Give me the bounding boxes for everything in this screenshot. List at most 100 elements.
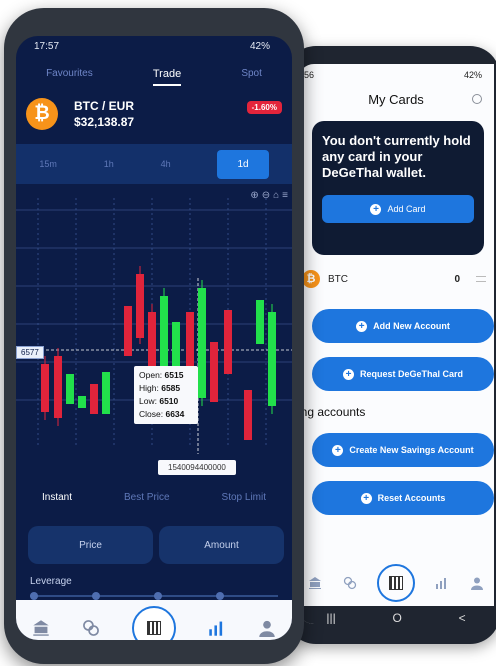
slider-stop[interactable]	[30, 592, 38, 600]
close-value: 6634	[165, 409, 185, 419]
status-bar: 17:57 42%	[16, 36, 292, 56]
tab-favourites[interactable]: Favourites	[46, 60, 93, 86]
add-account-label: Add New Account	[373, 321, 450, 331]
home-icon[interactable]: ⌂	[273, 190, 279, 201]
bank-icon[interactable]	[308, 576, 322, 590]
qr-code-icon	[147, 621, 161, 635]
bitcoin-icon: ₿	[302, 270, 320, 288]
btc-balance-row[interactable]: ₿ BTC 0	[302, 267, 486, 291]
qr-scan-button[interactable]	[132, 606, 176, 640]
high-value: 6585	[161, 383, 181, 393]
status-time: 56	[304, 70, 315, 80]
candle	[102, 372, 110, 414]
plus-icon: +	[370, 203, 382, 215]
pair-name: BTC / EUR	[74, 99, 134, 113]
timeframe-selector: 15m 1h 4h 1d	[16, 144, 292, 184]
profile-icon[interactable]	[470, 576, 484, 590]
no-card-panel: You don't currently hold any card in you…	[312, 121, 484, 255]
zoom-out-icon[interactable]: ⊖	[262, 190, 270, 201]
timeframe-4h[interactable]: 4h	[161, 159, 171, 169]
plus-icon: +	[356, 320, 368, 332]
page-title: My Cards	[298, 92, 494, 107]
candle	[244, 390, 252, 440]
qr-scan-button[interactable]	[376, 564, 415, 602]
plus-icon: +	[342, 368, 354, 380]
no-card-message: You don't currently hold any card in you…	[322, 133, 471, 180]
candle	[124, 306, 132, 356]
tab-best-price[interactable]: Best Price	[124, 484, 170, 512]
back-phone: 56 42% My Cards You don't currently hold…	[286, 46, 496, 644]
menu-icon[interactable]: ≡	[282, 190, 288, 201]
bitcoin-icon: ₿	[26, 98, 58, 130]
front-phone-screen: 17:57 42% Favourites Trade Spot ₿ BTC / …	[16, 36, 292, 640]
battery-level: 42%	[463, 70, 482, 80]
stats-icon[interactable]	[435, 576, 449, 590]
create-savings-button[interactable]: + Create New Savings Account	[312, 433, 494, 467]
request-card-button[interactable]: + Request DeGeThal Card	[312, 357, 494, 391]
reset-accounts-button[interactable]: + Reset Accounts	[312, 481, 494, 515]
add-account-button[interactable]: + Add New Account	[312, 309, 494, 343]
qr-code-icon	[388, 576, 403, 590]
back-nav-button[interactable]: <	[459, 611, 466, 624]
add-card-button[interactable]: + Add Card	[322, 195, 474, 223]
low-label: Low:	[139, 396, 157, 406]
tab-stop-limit[interactable]: Stop Limit	[222, 484, 266, 512]
stats-icon[interactable]	[208, 619, 226, 637]
stage: 56 42% My Cards You don't currently hold…	[0, 0, 496, 666]
btc-balance: 0	[454, 273, 460, 285]
bank-icon[interactable]	[32, 619, 50, 637]
ohlc-tooltip: Open: 6515 High: 6585 Low: 6510 Close: 6…	[134, 366, 198, 424]
low-value: 6510	[159, 396, 179, 406]
status-bar: 56 42%	[298, 64, 494, 86]
order-type-tabs: Instant Best Price Stop Limit	[16, 484, 292, 512]
recents-nav-button[interactable]: |||	[326, 611, 335, 624]
tab-bar	[16, 600, 292, 640]
timeframe-1d[interactable]: 1d	[217, 149, 269, 179]
back-phone-screen: 56 42% My Cards You don't currently hold…	[298, 64, 494, 624]
add-card-label: Add Card	[387, 204, 426, 214]
battery-level: 42%	[249, 40, 270, 52]
top-tabs: Favourites Trade Spot	[16, 60, 292, 86]
price-tag: 6577	[16, 346, 44, 359]
status-time: 17:57	[34, 40, 60, 52]
timeframe-15m[interactable]: 15m	[39, 159, 57, 169]
plus-icon: +	[360, 492, 372, 504]
exchange-icon[interactable]	[82, 619, 100, 637]
menu-icon[interactable]	[476, 276, 486, 282]
leverage-slider[interactable]	[30, 592, 278, 600]
page-title-text: My Cards	[368, 92, 424, 107]
pair-price: $32,138.87	[74, 115, 135, 129]
slider-stop[interactable]	[154, 592, 162, 600]
system-nav: ||| O <	[298, 606, 494, 624]
settings-icon[interactable]	[472, 94, 482, 104]
timeframe-1h[interactable]: 1h	[104, 159, 114, 169]
candle	[90, 384, 98, 414]
candle	[256, 300, 264, 344]
open-label: Open:	[139, 370, 163, 380]
crosshair-timestamp: 1540094400000	[158, 460, 236, 475]
tab-instant[interactable]: Instant	[42, 484, 72, 512]
high-label: High:	[139, 383, 159, 393]
tab-spot[interactable]: Spot	[241, 60, 262, 86]
savings-heading: ing accounts	[298, 405, 366, 419]
reset-accounts-label: Reset Accounts	[377, 493, 446, 503]
home-nav-button[interactable]: O	[392, 611, 401, 624]
open-value: 6515	[164, 370, 184, 380]
price-input[interactable]: Price	[28, 526, 153, 564]
profile-icon[interactable]	[258, 619, 276, 637]
btc-label: BTC	[328, 273, 348, 285]
zoom-in-icon[interactable]: ⊕	[250, 190, 258, 201]
candle	[210, 342, 218, 402]
slider-stop[interactable]	[216, 592, 224, 600]
slider-stop[interactable]	[92, 592, 100, 600]
exchange-icon[interactable]	[343, 576, 357, 590]
amount-input[interactable]: Amount	[159, 526, 284, 564]
change-badge: -1.60%	[246, 100, 282, 114]
candle	[186, 312, 194, 372]
create-savings-label: Create New Savings Account	[349, 445, 474, 455]
close-label: Close:	[139, 409, 164, 419]
candle	[78, 396, 86, 408]
chart-tools: ⊕ ⊖ ⌂ ≡	[250, 190, 288, 201]
tab-trade[interactable]: Trade	[152, 60, 182, 86]
tab-bar	[298, 560, 494, 606]
